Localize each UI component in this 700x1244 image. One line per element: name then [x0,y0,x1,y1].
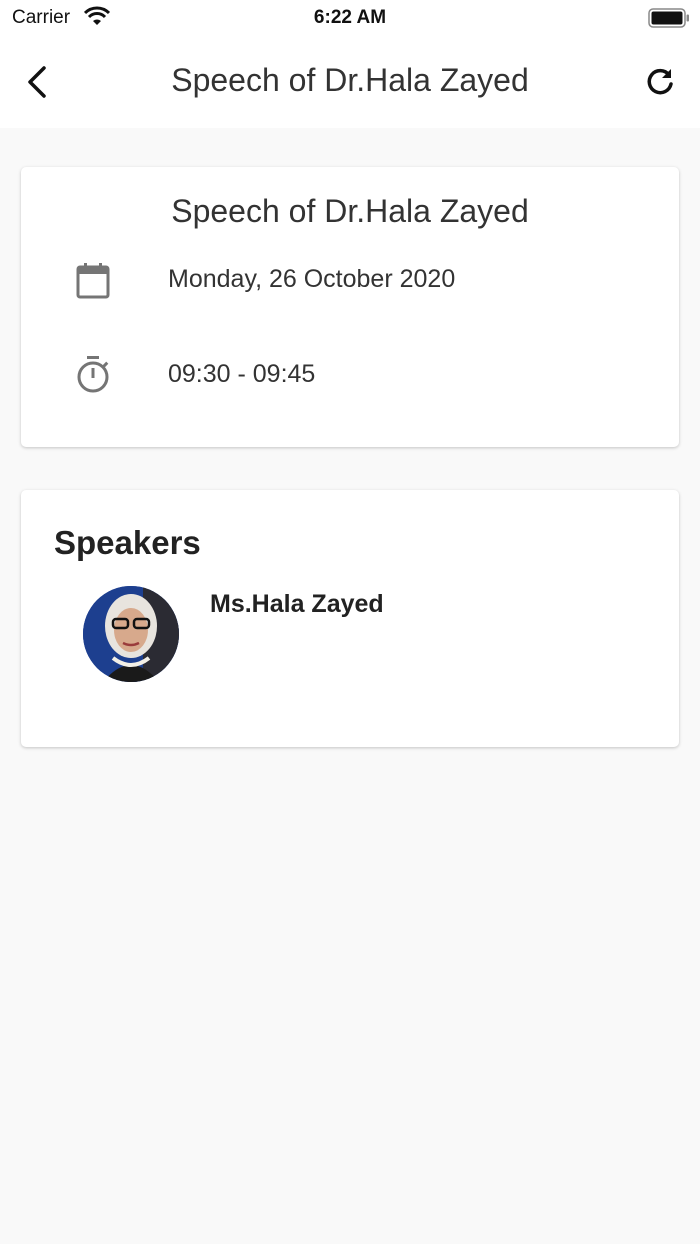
speaker-avatar [83,586,179,682]
speaker-list-item[interactable]: Ms.Hala Zayed [83,586,643,686]
speakers-card: Speakers Ms.Hala Zayed [21,490,679,747]
stopwatch-icon [77,356,109,393]
status-bar: Carrier 6:22 AM [0,0,700,40]
refresh-icon [647,68,673,95]
calendar-icon [76,263,110,299]
speakers-heading: Speakers [54,524,201,561]
event-details-card: Speech of Dr.Hala Zayed Monday, 26 Octob… [21,167,679,447]
speaker-name: Ms.Hala Zayed [210,590,384,618]
page-title: Speech of Dr.Hala Zayed [171,62,529,98]
refresh-button[interactable] [638,60,682,104]
battery-icon [648,8,689,28]
status-time: 6:22 AM [313,7,387,28]
event-title: Speech of Dr.Hala Zayed [171,193,529,229]
event-time: 09:30 - 09:45 [168,360,316,388]
event-date: Monday, 26 October 2020 [168,265,456,293]
app-bar: Speech of Dr.Hala Zayed [0,40,700,128]
